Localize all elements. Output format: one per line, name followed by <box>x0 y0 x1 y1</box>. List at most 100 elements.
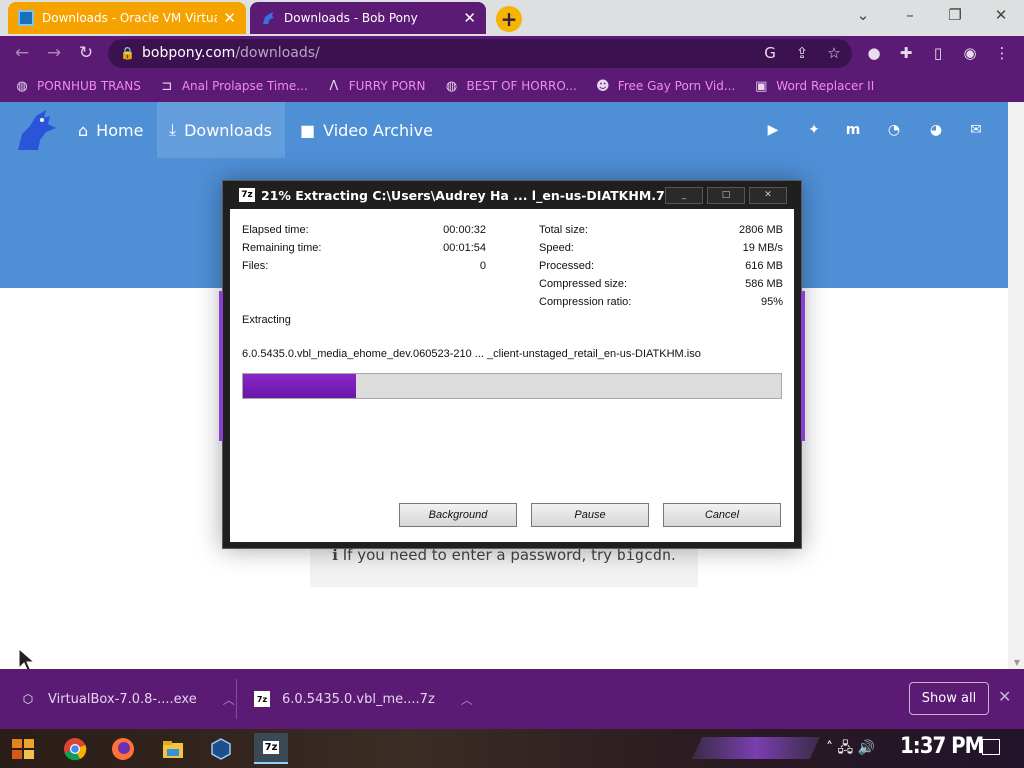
virtualbox-taskbar-button[interactable] <box>204 733 238 764</box>
nav-label: Video Archive <box>323 120 433 140</box>
new-tab-button[interactable]: + <box>496 6 522 32</box>
restore-icon[interactable]: ❐ <box>943 6 967 24</box>
nav-downloads[interactable]: ⤓ Downloads <box>157 102 285 158</box>
bookmark-item[interactable]: ⊐ Anal Prolapse Time... <box>159 78 308 94</box>
video-icon: ■ <box>300 120 316 140</box>
share-icon[interactable]: ⇪ <box>792 43 812 63</box>
minimize-icon[interactable]: – <box>898 6 922 24</box>
virtualbox-icon: ⬡ <box>22 692 34 706</box>
twitter-icon[interactable]: ✦ <box>804 120 824 140</box>
tab-strip: Downloads - Oracle VM Virtual ✕ Download… <box>0 0 1024 36</box>
pause-button[interactable]: Pause <box>531 503 649 527</box>
bookmark-item[interactable]: ☻ Free Gay Porn Vid... <box>595 78 735 94</box>
volume-icon[interactable]: 🔊 <box>858 740 875 756</box>
start-button[interactable] <box>6 733 40 764</box>
show-all-downloads-button[interactable]: Show all <box>909 682 989 715</box>
home-icon: ⌂ <box>78 120 89 140</box>
bobpony-logo[interactable] <box>12 106 60 154</box>
address-domain: bobpony.com <box>142 45 236 61</box>
background-button[interactable]: Background <box>399 503 517 527</box>
nav-home[interactable]: ⌂ Home <box>66 102 155 158</box>
discord-icon[interactable]: ◔ <box>884 120 904 140</box>
notification-center-icon[interactable] <box>982 739 1000 755</box>
bookmark-item[interactable]: ◍ PORNHUB TRANS <box>14 78 141 94</box>
chevron-up-icon[interactable]: ︿ <box>223 691 235 708</box>
virtualbox-favicon-icon <box>18 10 34 26</box>
mouse-cursor-icon <box>18 648 36 669</box>
download-item[interactable]: ⬡ VirtualBox-7.0.8-....exe ︿ <box>20 669 235 729</box>
current-file-name: 6.0.5435.0.vbl_media_ehome_dev.060523-21… <box>242 348 701 360</box>
bookmark-star-icon[interactable]: ☆ <box>824 43 844 63</box>
speed-label: Speed: <box>539 242 574 254</box>
lock-icon: 🔒 <box>120 46 135 60</box>
download-icon: ⤓ <box>169 120 177 139</box>
tab-virtualbox-downloads[interactable]: Downloads - Oracle VM Virtual ✕ <box>8 2 246 34</box>
elapsed-time-value: 00:00:32 <box>443 224 486 236</box>
bookmark-label: Free Gay Porn Vid... <box>617 79 736 93</box>
network-icon[interactable]: 🖧 <box>837 740 853 756</box>
extract-progress-dialog: 7z 21% Extracting C:\Users\Audrey Ha ...… <box>219 180 805 549</box>
github-icon[interactable]: ◕ <box>926 120 946 140</box>
youtube-icon[interactable]: ▶ <box>763 120 783 140</box>
forward-icon[interactable]: → <box>42 41 66 65</box>
file-explorer-icon <box>163 740 183 758</box>
close-shelf-icon[interactable]: ✕ <box>998 687 1011 706</box>
dialog-minimize-icon[interactable]: _ <box>665 187 703 204</box>
nav-video-archive[interactable]: ■ Video Archive <box>288 102 445 158</box>
chevron-up-icon[interactable]: ︿ <box>461 691 473 708</box>
mastodon-icon[interactable]: m <box>843 120 863 140</box>
dialog-close-icon[interactable]: ✕ <box>749 187 787 204</box>
menu-kebab-icon[interactable]: ⋮ <box>992 43 1012 63</box>
dialog-title: 21% Extracting C:\Users\Audrey Ha ... l_… <box>261 187 672 203</box>
taskbar-clock[interactable]: 1:37 PM <box>900 734 984 759</box>
close-tab-icon[interactable]: ✕ <box>223 9 236 27</box>
email-icon[interactable]: ✉ <box>966 120 986 140</box>
extension-avatar-icon[interactable]: ● <box>864 43 884 63</box>
bookmark-item[interactable]: ◍ BEST OF HORRO... <box>444 78 577 94</box>
cancel-button[interactable]: Cancel <box>663 503 781 527</box>
back-icon[interactable]: ← <box>10 41 34 65</box>
google-lens-icon[interactable]: G <box>760 43 780 63</box>
tray-overflow-chevron-icon[interactable]: ˄ <box>826 740 833 756</box>
globe-icon: ◍ <box>445 78 458 94</box>
processed-label: Processed: <box>539 260 595 272</box>
virtualbox-icon <box>211 737 231 760</box>
close-window-icon[interactable]: ✕ <box>989 6 1013 24</box>
chrome-icon <box>64 737 87 760</box>
bookmark-item[interactable]: Λ FURRY PORN <box>326 78 425 94</box>
elapsed-time-label: Elapsed time: <box>242 224 309 236</box>
system-tray[interactable]: ˄ 🖧 🔊 <box>826 737 875 761</box>
extensions-puzzle-icon[interactable]: ✚ <box>896 43 916 63</box>
extract-progress-bar <box>242 373 782 399</box>
7zip-taskbar-button[interactable]: 7z <box>254 733 288 764</box>
progress-fill <box>243 374 356 398</box>
bookmark-label: Anal Prolapse Time... <box>181 79 308 93</box>
avatar-icon: ☻ <box>596 78 610 94</box>
profile-icon[interactable]: ◉ <box>960 43 980 63</box>
nav-label: Downloads <box>184 120 272 140</box>
compressed-size-label: Compressed size: <box>539 278 628 290</box>
bookmark-item[interactable]: ▣ Word Replacer II <box>753 78 874 94</box>
7zip-icon: 7z <box>262 741 280 754</box>
compression-ratio-value: 95% <box>760 296 783 308</box>
firefox-taskbar-button[interactable] <box>106 733 140 764</box>
side-panel-icon[interactable]: ▯ <box>928 43 948 63</box>
address-bar[interactable]: 🔒 bobpony.com/downloads/ <box>108 39 852 68</box>
tab-search-chevron-icon[interactable]: ⌄ <box>851 6 875 24</box>
reload-icon[interactable]: ↻ <box>74 41 98 65</box>
bookmarks-bar: ◍ PORNHUB TRANS ⊐ Anal Prolapse Time... … <box>0 70 1024 102</box>
tab-bobpony-downloads[interactable]: Downloads - Bob Pony ✕ <box>250 2 486 34</box>
7zip-icon: 7z <box>254 691 270 707</box>
page-scrollbar[interactable]: ▼ <box>1008 102 1024 669</box>
operation-label: Extracting <box>242 314 291 326</box>
download-item[interactable]: 7z 6.0.5435.0.vbl_me....7z ︿ <box>254 669 473 729</box>
file-explorer-taskbar-button[interactable] <box>156 733 190 764</box>
compressed-size-value: 586 MB <box>745 278 783 290</box>
browser-toolbar: ← → ↻ 🔒 bobpony.com/downloads/ G ⇪ ☆ ● ✚… <box>0 36 1024 70</box>
chrome-taskbar-button[interactable] <box>58 733 92 764</box>
wr-icon: ▣ <box>755 78 768 94</box>
scroll-down-arrow-icon[interactable]: ▼ <box>1014 658 1020 667</box>
dialog-maximize-icon[interactable]: □ <box>707 187 745 204</box>
site-nav: ⌂ Home ⤓ Downloads ■ Video Archive ▶ ✦ m… <box>0 102 1008 158</box>
close-tab-icon[interactable]: ✕ <box>463 9 476 27</box>
